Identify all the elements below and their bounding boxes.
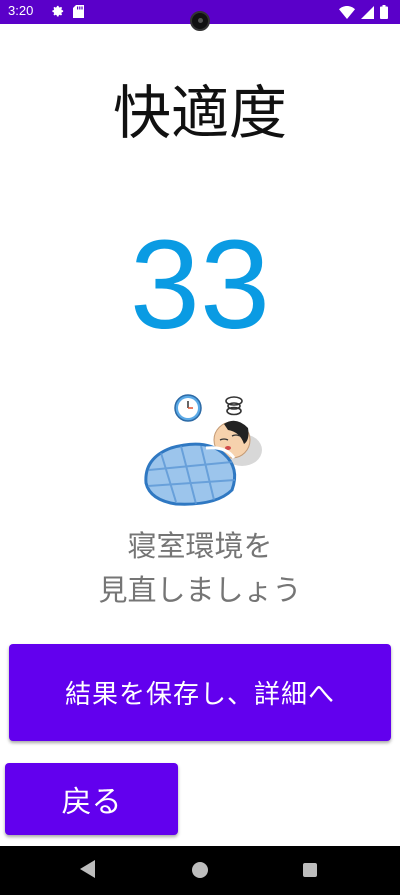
advice-line-2: 見直しましょう [98,573,302,607]
signal-icon [361,5,374,19]
comfort-score: 33 [129,214,271,355]
sd-card-icon [73,5,84,18]
sleeping-person-illustration [144,394,262,506]
status-bar: 3:20 [0,0,400,31]
status-time: 3:20 [8,3,34,18]
recents-icon[interactable] [303,863,317,877]
gear-icon [52,5,64,17]
front-camera [190,11,210,31]
dizzy-swirl-icon [225,396,243,416]
advice-message: 寝室環境を 見直しましょう [0,524,400,612]
clock-icon [174,394,202,422]
advice-line-1: 寝室環境を [127,529,273,563]
wifi-icon [339,5,355,19]
home-icon[interactable] [192,862,208,878]
system-nav-bar [0,846,400,895]
page-title: 快適度 [112,79,287,147]
back-icon[interactable] [80,860,96,878]
battery-icon [380,5,388,19]
back-button[interactable]: 戻る [5,763,178,835]
save-and-details-button[interactable]: 結果を保存し、詳細へ [9,644,391,741]
